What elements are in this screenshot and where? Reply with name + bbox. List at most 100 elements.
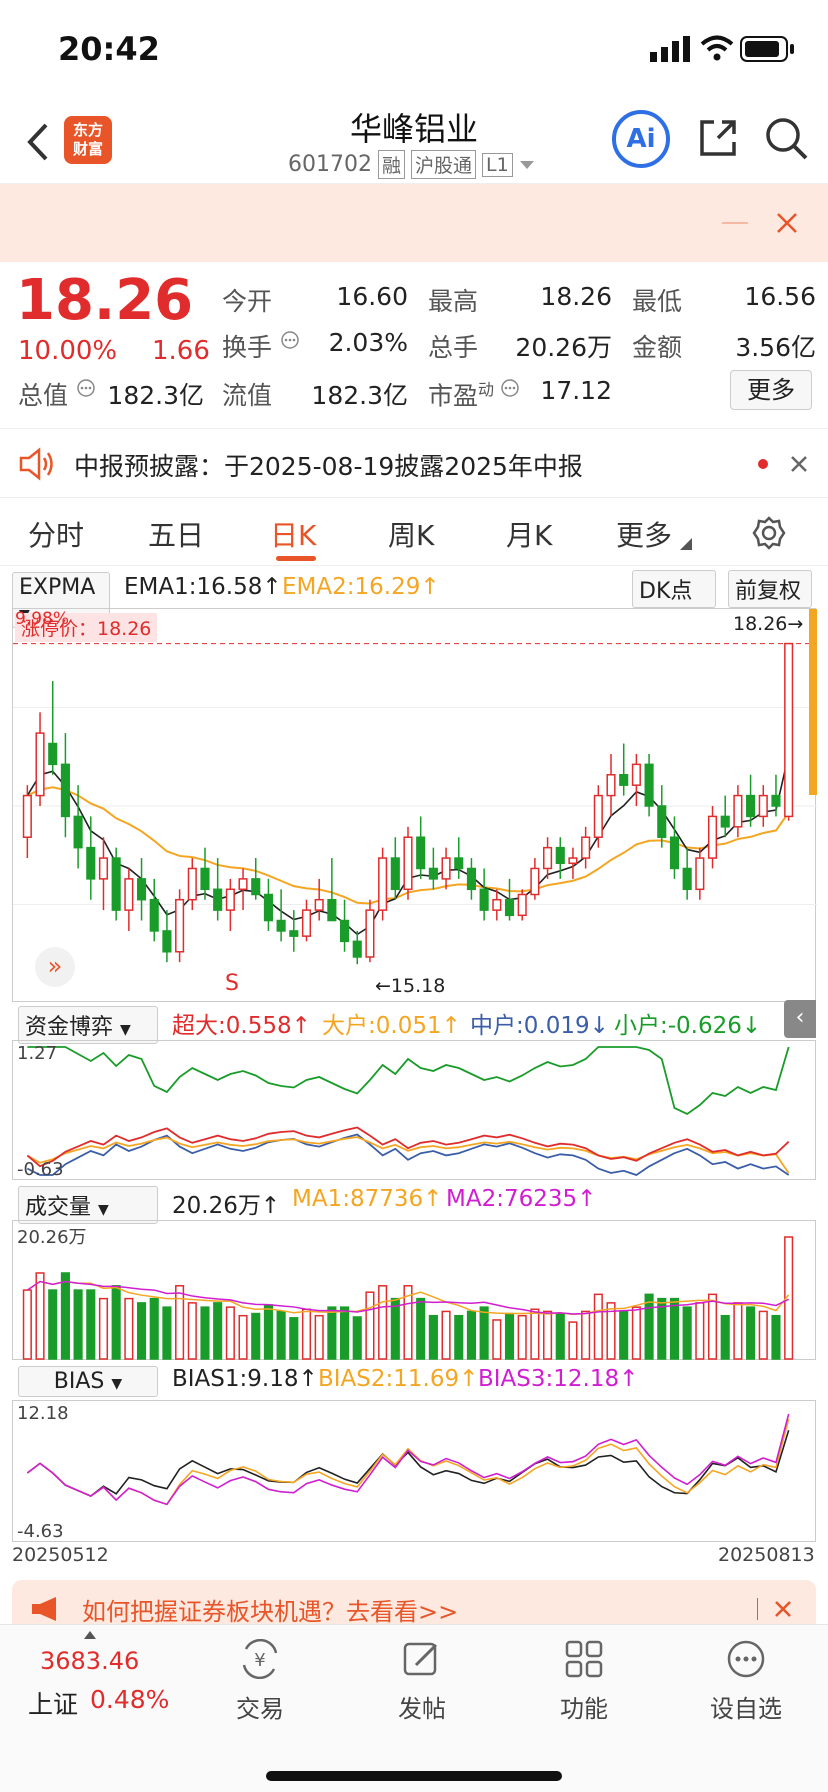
bias2-text: BIAS2:11.69 [318,1366,460,1392]
volume-bar [517,1314,527,1360]
home-indicator [266,1771,562,1781]
chart-tabs: 分时 五日 日K 周K 月K 更多 [0,500,828,566]
info-icon[interactable] [76,378,96,398]
candle-body [213,888,223,911]
volume-ymax: 20.26万 [17,1227,87,1248]
dk-point-select[interactable]: DK点 [632,570,716,608]
last-price: 18.26 [16,268,194,333]
search-icon[interactable] [764,116,810,162]
close-icon[interactable] [790,455,808,473]
collapse-icon[interactable]: ‹ [784,1000,816,1038]
pe-label: 市盈动 [428,376,494,412]
bias-indicator-select[interactable]: BIAS ▼ [18,1366,158,1397]
volume-bar [238,1314,248,1360]
index-pct[interactable]: 0.48% [90,1685,169,1714]
functions-button[interactable]: 功能 [524,1639,644,1724]
close-icon[interactable] [776,212,798,234]
tab-weekly-k[interactable]: 周K [388,514,434,554]
info-icon[interactable] [280,330,300,350]
tab-intraday[interactable]: 分时 [28,514,84,554]
close-icon[interactable] [774,1600,792,1618]
volume-bar [187,1302,197,1360]
volume-bar [175,1285,185,1360]
fund-super: 超大:0.558↑ [172,1013,311,1039]
volume-bar [86,1289,96,1360]
volume-bar [35,1272,45,1360]
total-value-label: 总值 [18,381,69,410]
low-price-tag-text: 15.18 [390,975,446,997]
notice-bar[interactable]: 中报预披露：于2025-08-19披露2025年中报 [0,428,828,498]
tab-five-day[interactable]: 五日 [148,514,204,554]
share-icon[interactable] [696,116,740,160]
volume-bar [124,1297,134,1360]
volume-bar [746,1306,756,1360]
indicator-name: EXPMA [19,575,96,600]
volume-value-text: 20.26万 [172,1193,261,1219]
bias1: BIAS1:9.18↑ [172,1366,318,1392]
index-value[interactable]: 3683.46 [40,1647,139,1675]
watchlist-label: 设自选 [710,1695,782,1723]
stock-code: 601702 [288,152,372,177]
volume-bar [555,1312,565,1360]
candle-body [581,836,591,859]
volume-bar [466,1310,476,1360]
volume-bar [695,1302,705,1360]
info-icon[interactable] [500,378,520,398]
volume-bar [111,1285,121,1360]
open-label: 今开 [222,287,273,316]
settings-icon[interactable] [752,516,786,550]
candle-body [301,909,312,937]
watchlist-button[interactable]: 设自选 [686,1639,806,1724]
candle-body [136,878,147,901]
candle-body [454,857,464,870]
fund-chart[interactable]: 1.27 -0.63 [12,1040,816,1180]
volume-indicator-select[interactable]: 成交量 ▼ [18,1186,158,1224]
ai-button[interactable]: Ai [612,110,670,168]
candle-body [682,867,692,891]
candle-body [428,867,438,880]
bias-chart[interactable]: 12.18 -4.63 [12,1400,816,1542]
stock-header: 东方 财富 华峰铝业 601702 融 沪股通 L1 Ai [0,100,828,184]
candle-body [784,642,794,818]
candle-body [657,805,667,838]
fund-indicator-select[interactable]: 资金博弈 ▼ [18,1006,158,1044]
fund-super-text: 超大:0.558 [172,1013,292,1039]
candle-body [98,857,109,880]
volume-bar [758,1310,768,1360]
candle-body [593,794,603,838]
expand-icon[interactable]: » [35,947,75,987]
vol-ma1: MA1:87736↑ [292,1186,443,1212]
candle-body [352,940,362,958]
candle-body [466,867,476,891]
last-price-tag: 18.26→ [733,613,804,635]
bias-indicator-name: BIAS [53,1369,105,1394]
tab-more[interactable]: 更多 [616,514,672,554]
promo-banner[interactable] [0,184,828,262]
candle-body [479,888,489,911]
index-name[interactable]: 上证 [28,1685,78,1721]
tab-monthly-k[interactable]: 月K [506,514,552,554]
volume-bar [289,1317,299,1360]
back-icon[interactable] [26,122,50,162]
candle-body [555,846,565,865]
low-price-tag: ←15.18 [375,975,446,997]
fund-small-text: 小户:-0.626 [614,1013,742,1039]
volume-bar [136,1302,147,1360]
post-button[interactable]: 发帖 [362,1639,482,1724]
candle-body [378,857,388,911]
adjust-select[interactable]: 前复权 [728,570,812,608]
more-button[interactable]: 更多 [730,370,812,410]
candle-body [162,930,172,953]
candle-body [644,763,654,807]
volume-chart[interactable]: 20.26万 [12,1220,816,1360]
tab-daily-k[interactable]: 日K [270,514,316,554]
app-logo[interactable]: 东方 财富 [64,116,112,164]
dropdown-icon[interactable] [519,160,535,170]
volume-bar [593,1293,603,1360]
kline-chart[interactable]: 涨停价：18.26 9.98% 18.26→ ←15.18 S » [12,608,817,1002]
candle-body [631,763,641,786]
trade-button[interactable]: ¥ 交易 [200,1638,320,1724]
candle-body [606,774,616,797]
ad-bar[interactable]: 如何把握证券板块机遇？去看看>> [12,1580,816,1626]
volume-bar [225,1306,235,1360]
